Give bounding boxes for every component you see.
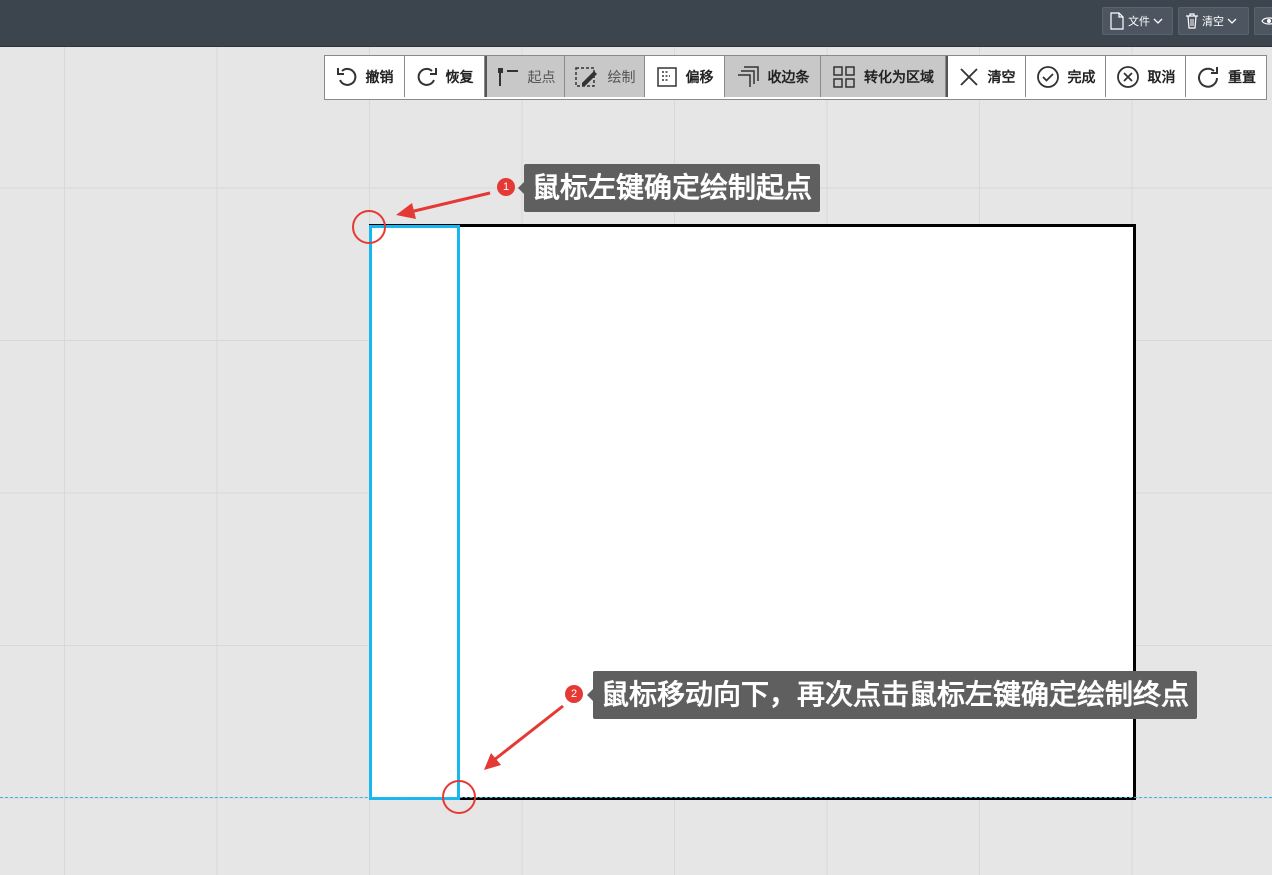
check-circle-icon — [1036, 65, 1059, 88]
file-menu-label: 文件 — [1128, 15, 1150, 28]
draw-pen-icon — [574, 66, 597, 87]
reset-button[interactable]: 重置 — [1186, 56, 1266, 97]
offset-label: 偏移 — [685, 69, 714, 86]
edge-strip-label: 收边条 — [767, 69, 810, 86]
snap-guide-line — [0, 797, 1272, 798]
x-circle-icon — [1116, 65, 1139, 88]
finish-button[interactable]: 完成 — [1026, 56, 1106, 97]
undo-label: 撤销 — [365, 69, 394, 86]
chevron-down-icon — [1227, 18, 1237, 24]
cancel-label: 取消 — [1147, 69, 1176, 86]
finish-label: 完成 — [1067, 69, 1096, 86]
close-icon — [959, 67, 978, 86]
grid-region-icon — [833, 65, 855, 88]
draw-label: 绘制 — [607, 69, 636, 86]
step-badge-1: 1 — [497, 178, 515, 196]
reset-label: 重置 — [1228, 69, 1256, 86]
clear-label: 清空 — [987, 69, 1016, 86]
drawn-edge-strip[interactable] — [369, 225, 460, 800]
to-region-button[interactable]: 转化为区域 — [821, 56, 946, 97]
edge-strip-button[interactable]: 收边条 — [725, 56, 821, 97]
clear-menu-button[interactable]: 清空 — [1178, 7, 1249, 35]
drawing-toolbar: 撤销 恢复 起点 绘制 偏移 收边条 转化为区域 清空 完成 取消 重置 — [324, 55, 1267, 100]
undo-icon — [336, 67, 356, 86]
clear-menu-label: 清空 — [1202, 15, 1224, 28]
offset-button[interactable]: 偏移 — [645, 56, 725, 97]
callout-step-1: 鼠标左键确定绘制起点 — [517, 164, 821, 212]
file-menu-button[interactable]: 文件 — [1102, 7, 1173, 35]
top-bar: 文件 清空 — [0, 0, 1272, 47]
redo-label: 恢复 — [445, 69, 474, 86]
step-badge-2: 2 — [565, 685, 583, 703]
callout-step-2: 鼠标移动向下，再次点击鼠标左键确定绘制终点 — [586, 671, 1198, 719]
start-point-button[interactable]: 起点 — [485, 56, 565, 97]
draw-button[interactable]: 绘制 — [565, 56, 645, 97]
cancel-button[interactable]: 取消 — [1106, 56, 1186, 97]
start-point-label: 起点 — [527, 69, 556, 86]
offset-icon — [656, 66, 677, 87]
reset-icon — [1198, 66, 1218, 88]
redo-button[interactable]: 恢复 — [405, 56, 485, 97]
view-menu-button[interactable] — [1254, 7, 1272, 35]
arrow-icon — [396, 191, 491, 219]
redo-icon — [417, 67, 437, 86]
clear-button[interactable]: 清空 — [946, 56, 1026, 97]
to-region-label: 转化为区域 — [864, 69, 934, 86]
start-point-icon — [497, 67, 518, 86]
trash-icon — [1186, 13, 1198, 29]
eye-icon — [1261, 17, 1272, 25]
file-icon — [1110, 12, 1124, 30]
edge-strip-icon — [737, 65, 759, 87]
undo-button[interactable]: 撤销 — [325, 56, 405, 97]
chevron-down-icon — [1153, 18, 1163, 24]
